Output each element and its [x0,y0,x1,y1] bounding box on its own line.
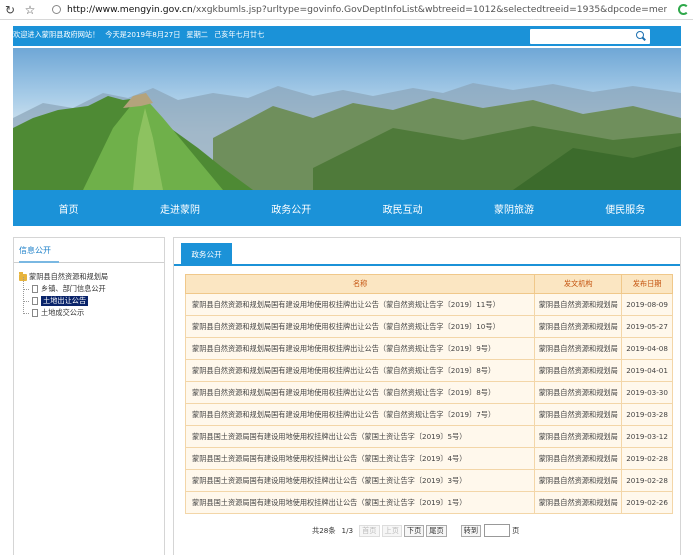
last-page-button[interactable]: 尾页 [426,524,447,537]
table-row: 蒙阴县自然资源和规划局国有建设用地使用权挂牌出让公告（蒙自然资规让告字〔2019… [184,315,673,338]
nav-item-home[interactable]: 首页 [13,190,124,226]
table-row: 蒙阴县自然资源和规划局国有建设用地使用权挂牌出让公告（蒙自然资规让告字〔2019… [184,359,673,382]
row-org: 蒙阴县自然资源和规划局 [534,381,623,404]
search-box [530,29,650,44]
search-label: 搜索 [530,20,543,27]
page-info-icon[interactable] [52,5,61,14]
row-title-link[interactable]: 蒙阴县自然资源和规划局国有建设用地使用权挂牌出让公告（蒙自然资规让告字〔2019… [184,403,536,426]
nav-item-about[interactable]: 走进蒙阴 [124,190,235,226]
row-org: 蒙阴县自然资源和规划局 [534,491,623,514]
table-header: 名称 发文机构 发布日期 [184,274,673,294]
total-count: 共28条 [312,525,336,535]
row-date: 2019-03-28 [621,403,673,426]
row-title-link[interactable]: 蒙阴县国土资源局国有建设用地使用权挂牌出让公告（蒙国土资让告字〔2019〕3号） [184,469,536,492]
table-row: 蒙阴县国土资源局国有建设用地使用权挂牌出让公告（蒙国土资让告字〔2019〕5号）… [184,425,673,448]
nav-item-services[interactable]: 便民服务 [570,190,681,226]
header-name: 名称 [184,274,536,294]
row-title-link[interactable]: 蒙阴县自然资源和规划局国有建设用地使用权挂牌出让公告（蒙自然资规让告字〔2019… [184,315,536,338]
tab-bar: 政务公开 [174,238,680,266]
row-date: 2019-02-28 [621,447,673,470]
row-org: 蒙阴县自然资源和规划局 [534,293,623,316]
search-icon[interactable] [635,31,647,42]
left-panel: 信息公开 蒙阴县自然资源和规划局 乡镇、部门信息公开 土地出让公告 土地成交公示 [13,237,165,555]
table-row: 蒙阴县国土资源局国有建设用地使用权挂牌出让公告（蒙国土资让告字〔2019〕3号）… [184,469,673,492]
row-org: 蒙阴县自然资源和规划局 [534,359,623,382]
row-org: 蒙阴县自然资源和规划局 [534,403,623,426]
row-date: 2019-03-12 [621,425,673,448]
url-host: http://www.mengyin.gov.cn [67,4,193,15]
top-bar: 欢迎进入蒙阴县政府网站！ 今天是2019年8月27日 星期二 己亥年七月廿七 [13,26,681,46]
tree-item-label: 土地成交公示 [41,308,85,317]
url-path: /xxgkbumls.jsp?urltype=govinfo.GovDeptIn… [192,4,667,15]
welcome-message: 欢迎进入蒙阴县政府网站！ [13,30,100,39]
table-row: 蒙阴县国土资源局国有建设用地使用权挂牌出让公告（蒙国土资让告字〔2019〕4号）… [184,447,673,470]
page-indicator: 1/3 [341,526,354,535]
document-icon [32,309,38,317]
row-date: 2019-08-09 [621,293,673,316]
prev-page-button[interactable]: 上页 [381,524,402,537]
tree-item-land-transfer[interactable]: 土地出让公告 [19,289,164,307]
row-title-link[interactable]: 蒙阴县国土资源局国有建设用地使用权挂牌出让公告（蒙国土资让告字〔2019〕1号） [184,491,536,514]
tree-item-label: 乡镇、部门信息公开 [41,284,106,293]
current-weekday: 星期二 [186,30,208,39]
mountain-landscape [13,83,681,190]
table-row: 蒙阴县自然资源和规划局国有建设用地使用权挂牌出让公告（蒙自然资规让告字〔2019… [184,381,673,404]
header-org: 发文机构 [534,274,623,294]
row-title-link[interactable]: 蒙阴县国土资源局国有建设用地使用权挂牌出让公告（蒙国土资让告字〔2019〕4号） [184,447,536,470]
welcome-text: 欢迎进入蒙阴县政府网站！ 今天是2019年8月27日 星期二 己亥年七月廿七 [13,30,270,40]
row-title-link[interactable]: 蒙阴县自然资源和规划局国有建设用地使用权挂牌出让公告（蒙自然资规让告字〔2019… [184,337,536,360]
row-title-link[interactable]: 蒙阴县自然资源和规划局国有建设用地使用权挂牌出让公告（蒙自然资规让告字〔2019… [184,359,536,382]
table-row: 蒙阴县自然资源和规划局国有建设用地使用权挂牌出让公告（蒙自然资规让告字〔2019… [184,403,673,426]
header-date: 发布日期 [621,274,673,294]
nav-item-tourism[interactable]: 蒙阴旅游 [458,190,569,226]
nav-item-interaction[interactable]: 政民互动 [347,190,458,226]
go-to-page-button[interactable]: 转到 [460,524,482,537]
bookmark-star-icon[interactable]: ☆ [20,0,40,20]
row-title-link[interactable]: 蒙阴县自然资源和规划局国有建设用地使用权挂牌出让公告（蒙自然资规让告字〔2019… [184,381,536,404]
row-title-link[interactable]: 蒙阴县国土资源局国有建设用地使用权挂牌出让公告（蒙国土资让告字〔2019〕5号） [184,425,536,448]
url-field[interactable]: http://www.mengyin.gov.cn/xxgkbumls.jsp?… [67,4,667,15]
page-unit-label: 页 [512,525,520,535]
tree-root-label: 蒙阴县自然资源和规划局 [29,272,109,281]
row-date: 2019-04-01 [621,359,673,382]
row-title-link[interactable]: 蒙阴县自然资源和规划局国有建设用地使用权挂牌出让公告（蒙自然资规让告字〔2019… [184,293,536,316]
document-icon [32,285,38,293]
row-org: 蒙阴县自然资源和规划局 [534,447,623,470]
left-panel-title: 信息公开 [14,238,164,263]
table-row: 蒙阴县自然资源和规划局国有建设用地使用权挂牌出让公告（蒙自然资规让告字〔2019… [184,293,673,316]
table-row: 蒙阴县自然资源和规划局国有建设用地使用权挂牌出让公告（蒙自然资规让告字〔2019… [184,337,673,360]
pagination: 共28条 1/3 首页 上页 下页 尾页 转到 页 [312,524,519,537]
tree-item-label: 土地出让公告 [41,296,89,306]
table-row: 蒙阴县国土资源局国有建设用地使用权挂牌出让公告（蒙国土资让告字〔2019〕1号）… [184,491,673,514]
document-icon [32,297,38,305]
refresh-icon[interactable]: ↻ [0,0,20,20]
right-panel: 政务公开 名称 发文机构 发布日期 蒙阴县自然资源和规划局国有建设用地使用权挂牌… [173,237,681,555]
main-nav: 首页 走进蒙阴 政务公开 政民互动 蒙阴旅游 便民服务 [13,190,681,226]
lunar-date: 己亥年七月廿七 [213,30,265,39]
banner-image [13,48,681,190]
row-date: 2019-02-28 [621,469,673,492]
tab-gov-affairs[interactable]: 政务公开 [181,243,232,266]
notice-table: 名称 发文机构 发布日期 蒙阴县自然资源和规划局国有建设用地使用权挂牌出让公告（… [184,274,673,514]
first-page-button[interactable]: 首页 [359,524,380,537]
extension-icon[interactable] [678,4,689,15]
tree-item-dept-info[interactable]: 乡镇、部门信息公开 [19,277,164,295]
row-date: 2019-04-08 [621,337,673,360]
tree-root[interactable]: 蒙阴县自然资源和规划局 [19,271,164,283]
row-date: 2019-02-26 [621,491,673,514]
page-number-input[interactable] [484,524,511,537]
next-page-button[interactable]: 下页 [403,524,425,537]
search-input[interactable] [530,29,630,44]
info-tree: 蒙阴县自然资源和规划局 乡镇、部门信息公开 土地出让公告 土地成交公示 [14,263,164,319]
row-org: 蒙阴县自然资源和规划局 [534,315,623,338]
row-date: 2019-03-30 [621,381,673,404]
row-org: 蒙阴县自然资源和规划局 [534,425,623,448]
row-org: 蒙阴县自然资源和规划局 [534,337,623,360]
tree-item-land-deal[interactable]: 土地成交公示 [19,301,164,319]
row-org: 蒙阴县自然资源和规划局 [534,469,623,492]
current-date: 今天是2019年8月27日 [105,30,181,39]
nav-item-gov-affairs[interactable]: 政务公开 [236,190,347,226]
browser-address-bar: ↻ ☆ http://www.mengyin.gov.cn/xxgkbumls.… [0,0,693,20]
row-date: 2019-05-27 [621,315,673,338]
